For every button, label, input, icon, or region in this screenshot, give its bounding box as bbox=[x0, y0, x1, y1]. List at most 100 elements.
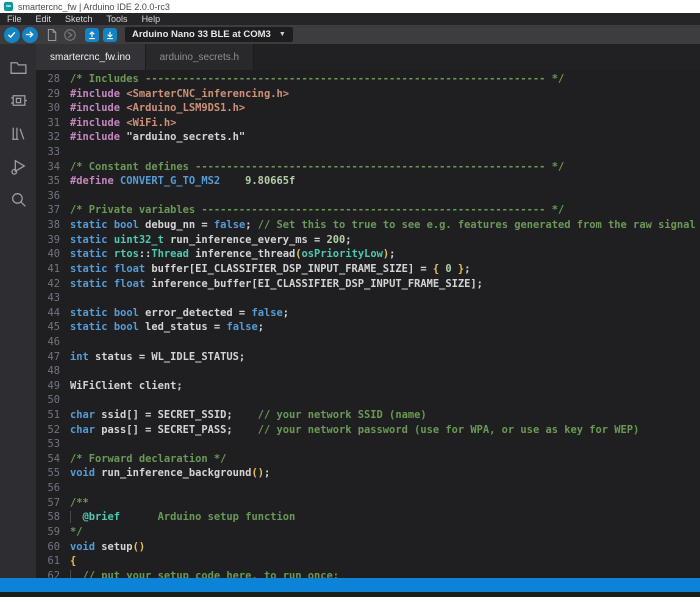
code-line-text: static float buffer[EI_CLASSIFIER_DSP_IN… bbox=[70, 262, 470, 277]
line-number[interactable]: 50 bbox=[36, 393, 60, 408]
line-number[interactable]: 49 bbox=[36, 379, 60, 394]
code-line-text: #include "arduino_secrets.h" bbox=[70, 130, 245, 145]
verify-button[interactable] bbox=[3, 26, 20, 43]
line-number[interactable]: 59 bbox=[36, 525, 60, 540]
code-line: 42static float inference_buffer[EI_CLASS… bbox=[36, 277, 700, 292]
code-line-text: #include <WiFi.h> bbox=[70, 116, 176, 131]
sidebar-item-search[interactable] bbox=[4, 184, 32, 214]
line-number[interactable]: 54 bbox=[36, 452, 60, 467]
line-number[interactable]: 41 bbox=[36, 262, 60, 277]
bottom-strip bbox=[0, 592, 700, 597]
code-line-text: int status = WL_IDLE_STATUS; bbox=[70, 350, 245, 365]
code-line: 37/* Private variables -----------------… bbox=[36, 203, 700, 218]
line-number[interactable]: 31 bbox=[36, 116, 60, 131]
code-line-text: char pass[] = SECRET_PASS; // your netwo… bbox=[70, 423, 639, 438]
code-line: 45 static bool led_status = false; bbox=[36, 320, 700, 335]
code-line: 38static bool debug_nn = false; // Set t… bbox=[36, 218, 700, 233]
code-line: 52 char pass[] = SECRET_PASS; // your net… bbox=[36, 423, 700, 438]
line-number[interactable]: 33 bbox=[36, 145, 60, 160]
code-line: 30 #include <Arduino_LSM9DS1.h> bbox=[36, 101, 700, 116]
menu-item-help[interactable]: Help bbox=[135, 14, 168, 24]
tab-smartercnc_fw.ino[interactable]: smartercnc_fw.ino bbox=[36, 44, 146, 70]
upload-button[interactable] bbox=[21, 26, 38, 43]
line-number[interactable]: 42 bbox=[36, 277, 60, 292]
search-icon bbox=[9, 190, 28, 209]
sidebar-item-library-manager[interactable] bbox=[4, 118, 32, 148]
new-sketch-button[interactable] bbox=[43, 26, 60, 43]
line-number[interactable]: 62 bbox=[36, 569, 60, 578]
line-number[interactable]: 55 bbox=[36, 466, 60, 481]
line-number[interactable]: 40 bbox=[36, 247, 60, 262]
code-line-text: static uint32_t run_inference_every_ms =… bbox=[70, 233, 352, 248]
document-icon bbox=[45, 28, 58, 42]
code-line-text: /* Includes ----------------------------… bbox=[70, 72, 564, 87]
code-line: 56 bbox=[36, 481, 700, 496]
line-number[interactable]: 51 bbox=[36, 408, 60, 423]
code-line: 36 bbox=[36, 189, 700, 204]
menu-item-sketch[interactable]: Sketch bbox=[58, 14, 100, 24]
serial-download-button[interactable] bbox=[101, 26, 118, 43]
menu-item-tools[interactable]: Tools bbox=[100, 14, 135, 24]
code-line: 47 int status = WL_IDLE_STATUS; bbox=[36, 350, 700, 365]
code-editor[interactable]: 28 /* Includes --------------------------… bbox=[36, 70, 700, 578]
code-line: 39 static uint32_t run_inference_every_ms… bbox=[36, 233, 700, 248]
code-line-text: static rtos::Thread inference_thread(osP… bbox=[70, 247, 395, 262]
line-number[interactable]: 45 bbox=[36, 320, 60, 335]
line-number[interactable]: 32 bbox=[36, 130, 60, 145]
status-bar bbox=[0, 578, 700, 592]
sidebar-item-debug[interactable] bbox=[4, 151, 32, 181]
line-number[interactable]: 36 bbox=[36, 189, 60, 204]
line-number[interactable]: 38 bbox=[36, 218, 60, 233]
menu-item-edit[interactable]: Edit bbox=[29, 14, 59, 24]
chevron-down-icon: ▼ bbox=[279, 31, 286, 38]
code-line: 40 static rtos::Thread inference_thread(o… bbox=[36, 247, 700, 262]
line-number[interactable]: 47 bbox=[36, 350, 60, 365]
code-line: 49WiFiClient client; bbox=[36, 379, 700, 394]
sidebar-item-boards-manager[interactable] bbox=[4, 85, 32, 115]
line-number[interactable]: 58 bbox=[36, 510, 60, 525]
code-line: 46 bbox=[36, 335, 700, 350]
code-line: 31 #include <WiFi.h> bbox=[36, 116, 700, 131]
line-number[interactable]: 57 bbox=[36, 496, 60, 511]
line-number[interactable]: 37 bbox=[36, 203, 60, 218]
line-number[interactable]: 28 bbox=[36, 72, 60, 87]
line-number[interactable]: 48 bbox=[36, 364, 60, 379]
code-line: 57/** bbox=[36, 496, 700, 511]
line-number[interactable]: 61 bbox=[36, 554, 60, 569]
code-line-text: /* Forward declaration */ bbox=[70, 452, 226, 467]
code-line: 43 bbox=[36, 291, 700, 306]
board-selector[interactable]: Arduino Nano 33 BLE at COM3 ▼ bbox=[125, 27, 293, 42]
tab-arduino_secrets.h[interactable]: arduino_secrets.h bbox=[146, 44, 255, 70]
line-number[interactable]: 43 bbox=[36, 291, 60, 306]
debug-button[interactable] bbox=[61, 26, 78, 43]
code-line-text: /* Constant defines --------------------… bbox=[70, 160, 564, 175]
line-number[interactable]: 53 bbox=[36, 437, 60, 452]
serial-upload-button[interactable] bbox=[83, 26, 100, 43]
code-line: 62 // put your setup code here, to run o… bbox=[36, 569, 700, 578]
line-number[interactable]: 52 bbox=[36, 423, 60, 438]
line-number[interactable]: 44 bbox=[36, 306, 60, 321]
code-line-text: #include <Arduino_LSM9DS1.h> bbox=[70, 101, 245, 116]
line-number[interactable]: 56 bbox=[36, 481, 60, 496]
toolbar: Arduino Nano 33 BLE at COM3 ▼ bbox=[0, 25, 700, 44]
line-number[interactable]: 34 bbox=[36, 160, 60, 175]
sidebar-item-sketchbook[interactable] bbox=[4, 52, 32, 82]
code-line: 44static bool error_detected = false; bbox=[36, 306, 700, 321]
menu-item-file[interactable]: File bbox=[0, 14, 29, 24]
code-line-text: void run_inference_background(); bbox=[70, 466, 270, 481]
board-selector-label: Arduino Nano 33 BLE at COM3 bbox=[132, 29, 271, 40]
code-line: 33 bbox=[36, 145, 700, 160]
code-line: 41 static float buffer[EI_CLASSIFIER_DSP_… bbox=[36, 262, 700, 277]
line-number[interactable]: 35 bbox=[36, 174, 60, 189]
line-number[interactable]: 60 bbox=[36, 540, 60, 555]
line-number[interactable]: 29 bbox=[36, 87, 60, 102]
line-number[interactable]: 46 bbox=[36, 335, 60, 350]
code-line: 50 bbox=[36, 393, 700, 408]
arduino-ide-window: ∞ smartercnc_fw | Arduino IDE 2.0.0-rc3 … bbox=[0, 0, 700, 597]
code-line-text: @brief Arduino setup function bbox=[70, 510, 295, 525]
arduino-app-icon: ∞ bbox=[4, 2, 13, 11]
line-number[interactable]: 39 bbox=[36, 233, 60, 248]
code-line-text: static bool led_status = false; bbox=[70, 320, 264, 335]
line-number[interactable]: 30 bbox=[36, 101, 60, 116]
debug-arrow-icon bbox=[63, 28, 77, 42]
